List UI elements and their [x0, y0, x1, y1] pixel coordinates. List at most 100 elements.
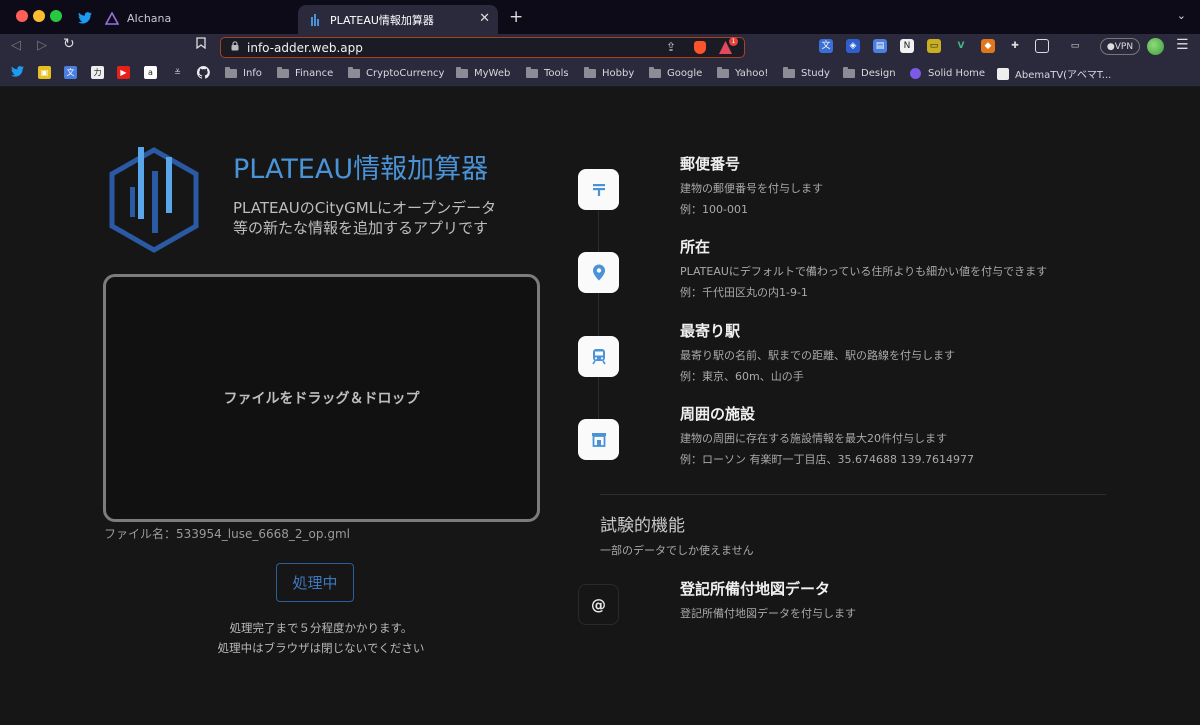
- extension-icon[interactable]: ▤: [873, 39, 887, 53]
- back-button[interactable]: ◁: [11, 38, 21, 53]
- bookmark-folder-info[interactable]: Info: [225, 66, 262, 81]
- feature-title: 周囲の施設: [680, 405, 756, 423]
- reload-button[interactable]: ↻: [63, 36, 75, 52]
- feature-description: PLATEAUにデフォルトで備わっている住所よりも細かい値を付与できます: [680, 265, 1048, 278]
- section-divider: [600, 494, 1106, 495]
- bookmark-folder-cryptocurrency[interactable]: CryptoCurrency: [348, 66, 444, 81]
- train-icon: [578, 336, 619, 377]
- feature-description: 登記所備付地図データを付与します: [680, 607, 856, 620]
- plateau-logo-icon: [109, 147, 199, 253]
- tab-label: AIchana: [127, 11, 172, 25]
- bookmark-favicon-icon[interactable]: ▣: [38, 66, 51, 79]
- abematv-icon: [997, 67, 1009, 80]
- bookmark-favicon-icon[interactable]: ≚: [171, 66, 184, 79]
- bookmark-label: Tools: [544, 68, 569, 79]
- tab-plateau[interactable]: PLATEAU情報加算器 ✕: [298, 5, 498, 34]
- app-title: PLATEAU情報加算器: [233, 154, 489, 185]
- feature-title: 郵便番号: [680, 155, 741, 173]
- bookmarks-bar: ▣ 文 力 ▶ a ≚ Info Finance CryptoCurrency …: [0, 60, 1200, 87]
- bookmark-folder-study[interactable]: Study: [783, 66, 830, 81]
- feature-title: 登記所備付地図データ: [680, 580, 831, 598]
- processing-button[interactable]: 処理中: [276, 563, 354, 602]
- forward-button[interactable]: ▷: [37, 38, 47, 53]
- url-bar[interactable]: info-adder.web.app ⇪ 1: [220, 37, 745, 58]
- profile-avatar[interactable]: [1147, 38, 1164, 55]
- experimental-title: 試験的機能: [600, 516, 685, 536]
- translate-favicon-icon[interactable]: 文: [64, 66, 77, 79]
- vpn-button[interactable]: ● VPN: [1100, 38, 1140, 55]
- share-icon[interactable]: ⇪: [666, 40, 676, 54]
- youtube-icon[interactable]: ▶: [117, 66, 130, 79]
- feature-title: 所在: [680, 238, 711, 256]
- browser-menu-icon[interactable]: ☰: [1176, 37, 1189, 53]
- bookmark-folder-yahoo[interactable]: Yahoo!: [717, 66, 768, 81]
- bookmark-abematv[interactable]: AbemaTV(アベマT...: [997, 66, 1111, 81]
- brave-shields-icon[interactable]: [694, 41, 706, 54]
- window-maximize-button[interactable]: [50, 10, 62, 22]
- processing-note-line: 処理中はブラウザは閉じないでください: [217, 641, 425, 655]
- tab-label: PLATEAU情報加算器: [330, 13, 434, 27]
- app-subtitle-line: 等の新たな情報を追加するアプリです: [233, 219, 489, 237]
- translate-extension-icon[interactable]: 文: [819, 39, 833, 53]
- tab-aichana[interactable]: AIchana: [105, 4, 285, 32]
- bookmark-solid-home[interactable]: Solid Home: [910, 66, 985, 81]
- tab-list-chevron-icon[interactable]: ⌄: [1177, 9, 1186, 22]
- feature-example: 例：東京、60m、山の手: [680, 370, 804, 383]
- window-close-button[interactable]: [16, 10, 28, 22]
- app-subtitle-line: PLATEAUのCityGMLにオープンデータ: [233, 199, 497, 217]
- bookmark-folder-google[interactable]: Google: [649, 66, 702, 81]
- amazon-icon[interactable]: a: [144, 66, 157, 79]
- aichana-icon: [105, 11, 119, 25]
- dropzone-label: ファイルをドラッグ＆ドロップ: [223, 391, 420, 407]
- timeline-line: [598, 207, 599, 447]
- folder-icon: [277, 67, 289, 78]
- tab-close-icon[interactable]: ✕: [479, 11, 490, 26]
- plateau-favicon: [308, 13, 322, 27]
- github-icon[interactable]: [196, 66, 210, 79]
- bookmark-label: Solid Home: [928, 68, 986, 79]
- folder-icon: [526, 67, 538, 78]
- folder-icon: [717, 67, 729, 78]
- bookmark-favicon-icon[interactable]: 力: [91, 66, 104, 79]
- address-toolbar: ◁ ▷ ↻ info-adder.web.app ⇪ 1 文 ◈ ▤ N ▭ V…: [0, 34, 1200, 60]
- bookmark-folder-myweb[interactable]: MyWeb: [456, 66, 510, 81]
- at-sign-icon: @: [578, 584, 619, 625]
- bookmark-label: MyWeb: [474, 68, 511, 79]
- folder-icon: [225, 67, 237, 78]
- solid-home-icon: [910, 68, 921, 79]
- bookmark-icon[interactable]: [196, 37, 206, 53]
- bookmark-folder-finance[interactable]: Finance: [277, 66, 333, 81]
- url-text: info-adder.web.app: [247, 40, 363, 55]
- location-pin-icon: [578, 252, 619, 293]
- file-dropzone[interactable]: ファイルをドラッグ＆ドロップ: [103, 274, 540, 522]
- vpn-label: VPN: [1114, 41, 1134, 52]
- tab-twitter[interactable]: [78, 4, 98, 32]
- bookmark-folder-design[interactable]: Design: [843, 66, 896, 81]
- folder-icon: [456, 67, 468, 78]
- window-minimize-button[interactable]: [33, 10, 45, 22]
- twitter-icon: [78, 11, 92, 25]
- bookmark-label: Info: [243, 68, 262, 79]
- feature-description: 建物の周囲に存在する施設情報を最大20件付与します: [680, 432, 947, 445]
- notion-extension-icon[interactable]: N: [900, 39, 914, 53]
- lock-icon: [231, 41, 239, 54]
- metamask-extension-icon[interactable]: ◆: [981, 39, 995, 53]
- browser-tab-bar: AIchana PLATEAU情報加算器 ✕ + ⌄: [0, 0, 1200, 34]
- app-subtitle: PLATEAUのCityGMLにオープンデータ 等の新たな情報を追加するアプリで…: [233, 198, 533, 238]
- bookmark-label: Finance: [295, 68, 334, 79]
- bookmark-label: Design: [861, 68, 896, 79]
- bookmark-label: Hobby: [602, 68, 635, 79]
- vue-devtools-icon[interactable]: V: [954, 39, 968, 53]
- extensions-puzzle-icon[interactable]: ✚: [1008, 39, 1022, 53]
- sidebar-toggle-icon[interactable]: [1035, 39, 1049, 53]
- bookmark-folder-tools[interactable]: Tools: [526, 66, 569, 81]
- wallet-icon[interactable]: ▭: [1068, 39, 1082, 53]
- new-tab-button[interactable]: +: [509, 7, 523, 27]
- folder-icon: [783, 67, 795, 78]
- bitwarden-extension-icon[interactable]: ◈: [846, 39, 860, 53]
- twitter-icon[interactable]: [11, 66, 24, 79]
- extension-icon[interactable]: ▭: [927, 39, 941, 53]
- feature-title: 最寄り駅: [680, 322, 741, 340]
- bookmark-label: CryptoCurrency: [366, 68, 445, 79]
- bookmark-folder-hobby[interactable]: Hobby: [584, 66, 634, 81]
